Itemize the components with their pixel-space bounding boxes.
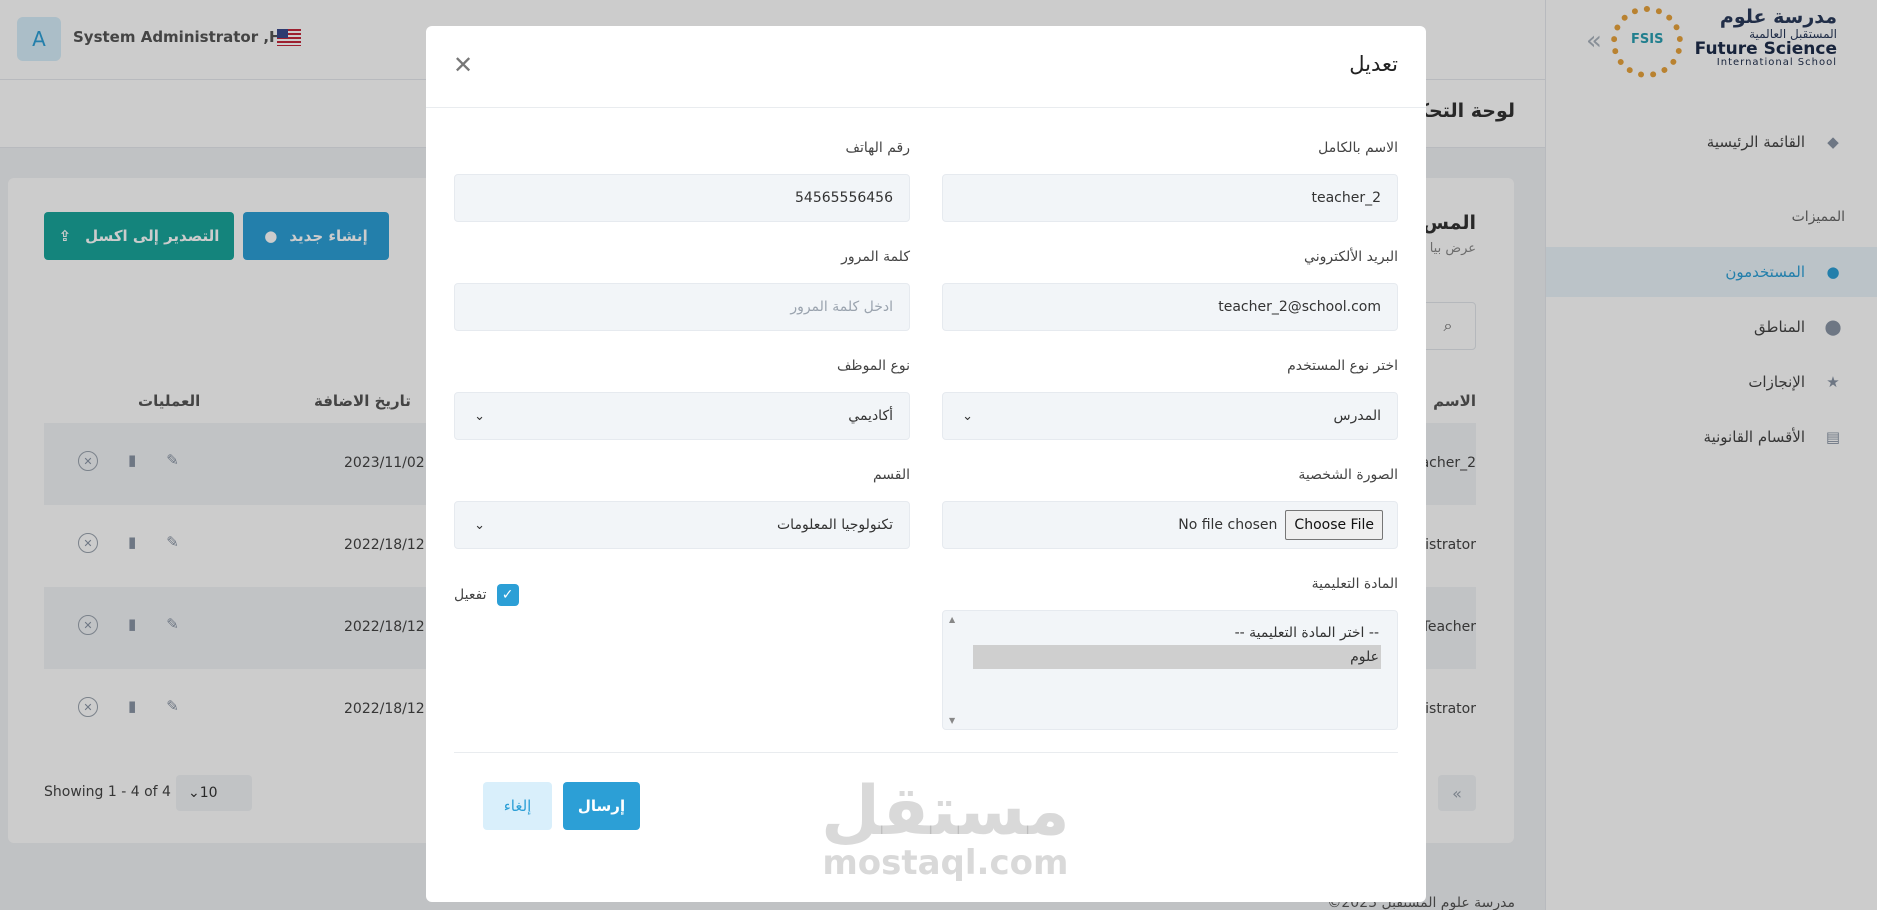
- modal-divider: [454, 752, 1398, 753]
- check-icon: ✓: [501, 587, 514, 603]
- full-name-label: الاسم بالكامل: [1318, 140, 1398, 156]
- active-checkbox[interactable]: ✓: [496, 584, 519, 606]
- employee-type-select[interactable]: أكاديمي ⌄: [454, 392, 910, 440]
- email-label: البريد الألكتروني: [1304, 249, 1398, 265]
- user-type-field: اختر نوع المستخدم المدرس ⌄: [942, 358, 1398, 440]
- chevron-down-icon: ⌄: [962, 408, 973, 424]
- active-toggle: تفعيل ✓: [454, 584, 519, 606]
- email-input[interactable]: teacher_2@school.com: [942, 283, 1398, 331]
- active-label: تفعيل: [454, 587, 487, 603]
- user-type-label: اختر نوع المستخدم: [1287, 358, 1398, 374]
- phone-input[interactable]: 54565556456: [454, 174, 910, 222]
- modal-title: تعديل: [1349, 52, 1398, 76]
- subject-multiselect[interactable]: -- اختر المادة التعليمية -- علوم ▲ ▼: [942, 610, 1398, 730]
- choose-file-button[interactable]: Choose File: [1285, 510, 1383, 540]
- edit-user-modal: تعديل ✕ الاسم بالكامل teacher_2 رقم الها…: [426, 26, 1426, 902]
- photo-file-input: Choose File No file chosen: [942, 501, 1398, 549]
- full-name-input[interactable]: teacher_2: [942, 174, 1398, 222]
- phone-label: رقم الهاتف: [845, 140, 910, 156]
- password-input[interactable]: ادخل كلمة المرور: [454, 283, 910, 331]
- subject-field: المادة التعليمية -- اختر المادة التعليمي…: [942, 576, 1398, 730]
- submit-button[interactable]: إرسال: [563, 782, 640, 830]
- department-label: القسم: [872, 467, 910, 483]
- chevron-down-icon: ⌄: [474, 517, 485, 533]
- subject-label: المادة التعليمية: [1311, 576, 1398, 592]
- department-field: القسم تكنولوجيا المعلومات ⌄: [454, 467, 910, 549]
- modal-header: تعديل ✕: [426, 26, 1426, 108]
- chevron-down-icon: ⌄: [474, 408, 485, 424]
- employee-type-field: نوع الموظف أكاديمي ⌄: [454, 358, 910, 440]
- watermark: مستقل mostaql.com: [821, 772, 1070, 883]
- cancel-button[interactable]: إلغاء: [483, 782, 552, 830]
- subject-option[interactable]: علوم: [973, 645, 1381, 669]
- subject-option[interactable]: -- اختر المادة التعليمية --: [973, 621, 1381, 645]
- employee-type-label: نوع الموظف: [836, 358, 910, 374]
- close-icon[interactable]: ✕: [448, 50, 478, 80]
- full-name-field: الاسم بالكامل teacher_2: [942, 140, 1398, 222]
- photo-field: الصورة الشخصية Choose File No file chose…: [942, 467, 1398, 549]
- file-status: No file chosen: [1178, 517, 1278, 533]
- password-label: كلمة المرور: [841, 249, 910, 265]
- user-type-select[interactable]: المدرس ⌄: [942, 392, 1398, 440]
- photo-label: الصورة الشخصية: [1298, 467, 1398, 483]
- email-field: البريد الألكتروني teacher_2@school.com: [942, 249, 1398, 331]
- scroll-down-icon[interactable]: ▼: [949, 716, 955, 725]
- password-field: كلمة المرور ادخل كلمة المرور: [454, 249, 910, 331]
- scroll-up-icon[interactable]: ▲: [949, 615, 955, 624]
- phone-field: رقم الهاتف 54565556456: [454, 140, 910, 222]
- department-select[interactable]: تكنولوجيا المعلومات ⌄: [454, 501, 910, 549]
